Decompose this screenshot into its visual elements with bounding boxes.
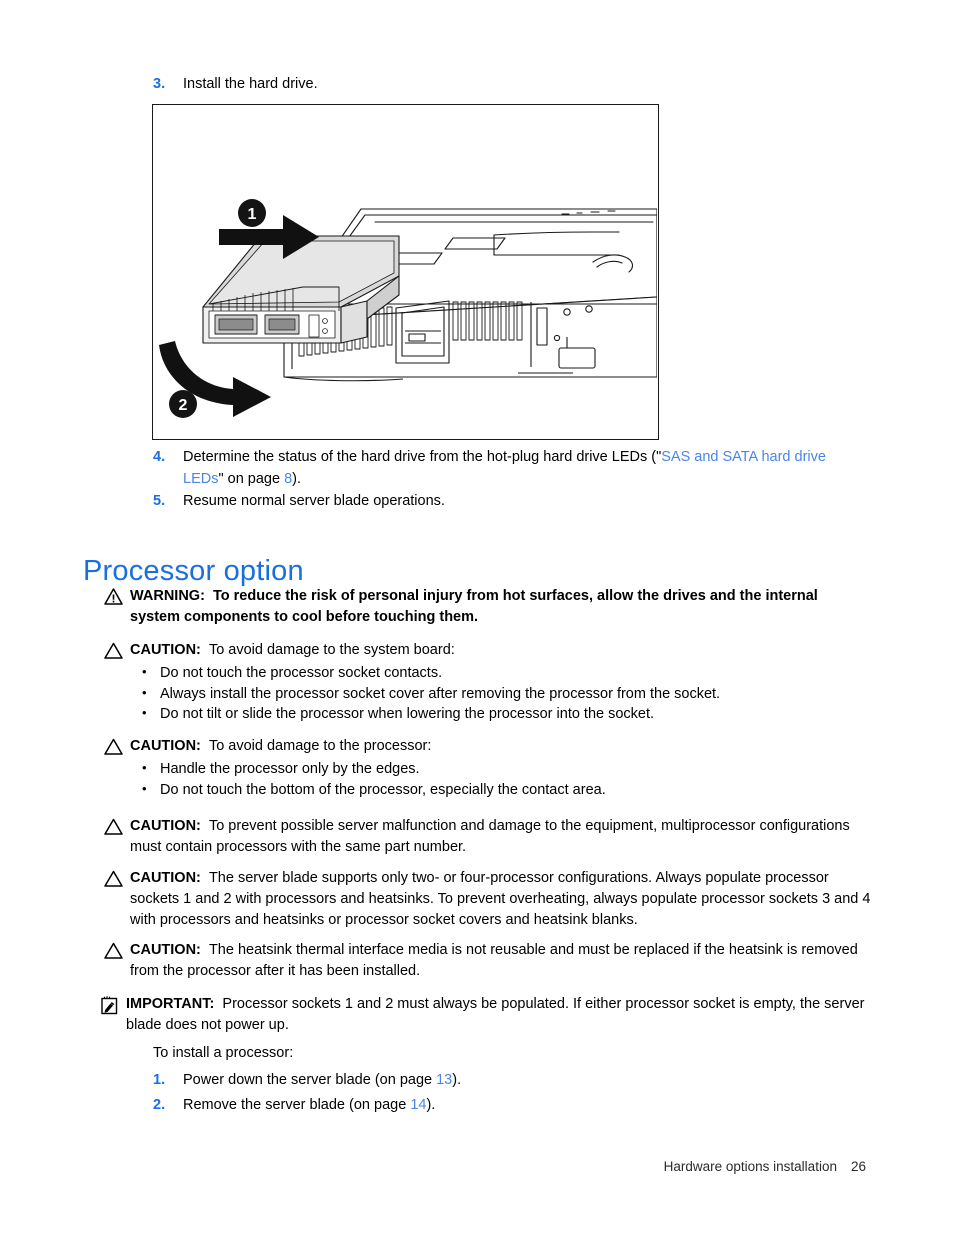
step-text-post: ). <box>292 470 302 487</box>
step-number: 5. <box>153 493 166 509</box>
notice-label: CAUTION: <box>130 942 201 958</box>
important-note-hand-icon <box>100 994 126 1015</box>
bullet-item: Do not touch the processor socket contac… <box>130 662 864 684</box>
caution-notice: CAUTION: The heatsink thermal interface … <box>104 940 872 982</box>
notice-label: CAUTION: <box>130 738 201 754</box>
step-number: 3. <box>153 76 166 92</box>
step-number: 2. <box>153 1097 166 1113</box>
bullet-item: Handle the processor only by the edges. <box>130 758 864 780</box>
notice-text: Processor sockets 1 and 2 must always be… <box>126 996 865 1033</box>
caution-triangle-icon <box>104 868 130 887</box>
notice-bullet-list: Handle the processor only by the edges. … <box>130 758 864 801</box>
notice-text: To prevent possible server malfunction a… <box>130 818 850 855</box>
notice-label: CAUTION: <box>130 642 201 658</box>
caution-notice: CAUTION: To avoid damage to the system b… <box>104 640 864 725</box>
step-number: 4. <box>153 449 166 465</box>
notice-label: CAUTION: <box>130 870 201 886</box>
step-item: 3. Install the hard drive. <box>153 74 853 96</box>
important-notice: IMPORTANT: Processor sockets 1 and 2 mus… <box>100 994 872 1036</box>
svg-text:1: 1 <box>248 206 257 223</box>
notice-text: To avoid damage to the processor: <box>208 738 432 754</box>
footer-page-number: 26 <box>850 1159 866 1174</box>
step-text: Power down the server blade (on page 13)… <box>183 1070 853 1092</box>
notice-text: To reduce the risk of personal injury fr… <box>130 588 818 625</box>
bullet-item: Always install the processor socket cove… <box>130 683 864 705</box>
step-number: 1. <box>153 1072 166 1088</box>
notice-body: IMPORTANT: Processor sockets 1 and 2 mus… <box>126 994 872 1036</box>
step-text: Determine the status of the hard drive f… <box>183 447 865 490</box>
step-text-pre: Remove the server blade (on page <box>183 1097 411 1113</box>
notice-text: The server blade supports only two- or f… <box>130 870 871 928</box>
step-item: 1. Power down the server blade (on page … <box>153 1070 853 1092</box>
install-intro-text: To install a processor: <box>153 1045 294 1061</box>
svg-text:2: 2 <box>179 397 188 414</box>
notice-label: CAUTION: <box>130 818 201 834</box>
notice-body: CAUTION: To avoid damage to the processo… <box>130 736 864 800</box>
step-item: 4. Determine the status of the hard driv… <box>153 447 865 490</box>
callout-2: 2 <box>169 390 197 418</box>
caution-notice: CAUTION: To avoid damage to the processo… <box>104 736 864 800</box>
step-text-pre: Power down the server blade (on page <box>183 1072 437 1088</box>
step-item: 5. Resume normal server blade operations… <box>153 491 865 513</box>
hard-drive-installation-illustration: 1 2 <box>152 104 659 440</box>
step-text-post: ). <box>426 1097 436 1113</box>
page-number-link[interactable]: 13 <box>436 1072 452 1088</box>
page-title: Processor option <box>83 555 304 588</box>
warning-notice: WARNING: To reduce the risk of personal … <box>104 586 864 628</box>
step-item: 2. Remove the server blade (on page 14). <box>153 1095 853 1117</box>
notice-label: IMPORTANT: <box>126 996 215 1012</box>
notice-label: WARNING: <box>130 588 205 604</box>
caution-triangle-icon <box>104 736 130 755</box>
page-footer: Hardware options installation 26 <box>664 1159 866 1174</box>
notice-body: CAUTION: The server blade supports only … <box>130 868 872 931</box>
server-blade-drawing: 1 2 <box>159 199 657 418</box>
caution-triangle-icon <box>104 816 130 835</box>
bullet-item: Do not touch the bottom of the processor… <box>130 779 864 801</box>
step-text: Remove the server blade (on page 14). <box>183 1095 853 1117</box>
notice-body: CAUTION: The heatsink thermal interface … <box>130 940 872 982</box>
warning-triangle-exclamation-icon <box>104 586 130 605</box>
notice-text: The heatsink thermal interface media is … <box>130 942 858 979</box>
caution-triangle-icon <box>104 940 130 959</box>
caution-notice: CAUTION: The server blade supports only … <box>104 868 872 931</box>
step-text-pre: Determine the status of the hard drive f… <box>183 449 662 465</box>
bullet-item: Do not tilt or slide the processor when … <box>130 703 864 725</box>
footer-section-label: Hardware options installation <box>663 1159 837 1174</box>
notice-bullet-list: Do not touch the processor socket contac… <box>130 662 864 725</box>
page-number-link[interactable]: 8 <box>284 471 292 487</box>
notice-body: WARNING: To reduce the risk of personal … <box>130 586 864 628</box>
page-number-link[interactable]: 14 <box>410 1097 426 1113</box>
step-text-post: ). <box>452 1072 462 1088</box>
caution-notice: CAUTION: To prevent possible server malf… <box>104 816 864 858</box>
document-page: 3. Install the hard drive. 1 2 4. Determ… <box>0 0 954 1235</box>
notice-body: CAUTION: To avoid damage to the system b… <box>130 640 864 725</box>
caution-triangle-icon <box>104 640 130 659</box>
callout-1: 1 <box>238 199 266 227</box>
notice-body: CAUTION: To prevent possible server malf… <box>130 816 864 858</box>
step-text: Resume normal server blade operations. <box>183 493 445 509</box>
step-text-mid: " on page <box>218 470 285 487</box>
notice-text: To avoid damage to the system board: <box>208 642 455 658</box>
step-text: Install the hard drive. <box>183 76 318 92</box>
